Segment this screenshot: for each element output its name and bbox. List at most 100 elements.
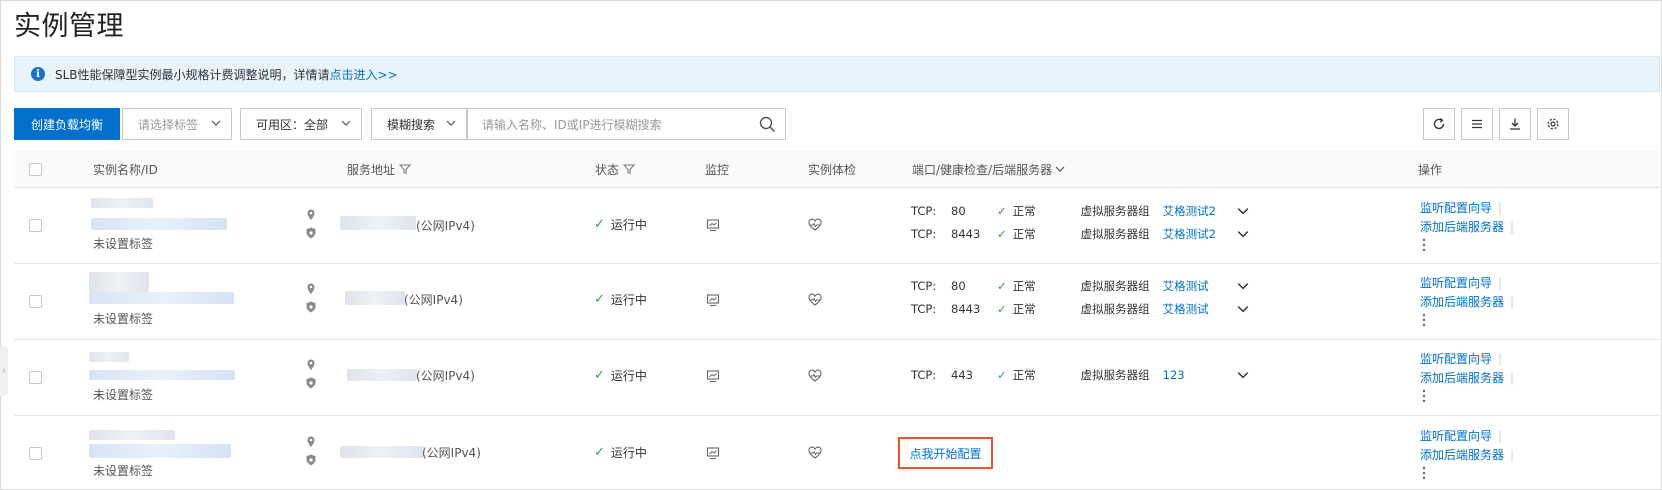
listener-row: TCP: 80 ✓ 正常 虚拟服务器组 艾格测试2 [911, 201, 1249, 221]
search-icon[interactable] [759, 116, 776, 133]
refresh-button[interactable] [1423, 108, 1455, 140]
health-check-icon[interactable] [808, 446, 822, 460]
listener-row: TCP: 443 ✓ 正常 虚拟服务器组 123 [911, 365, 1249, 385]
action-label[interactable]: 监听配置向导 [1420, 427, 1492, 444]
check-icon: ✓ [594, 217, 605, 232]
table-row: 未设置标签 (公网IPv4) ✓ 运行中 TCP: 80 ✓ 正常 虚拟服务器组… [14, 188, 1660, 264]
monitor-icon[interactable] [706, 293, 720, 307]
chevron-down-icon[interactable] [1237, 205, 1249, 217]
listener-group-link[interactable]: 艾格测试2 [1163, 203, 1237, 219]
chevron-down-icon [1055, 166, 1065, 172]
tag-select[interactable]: 请选择标签 [122, 108, 232, 140]
redacted-instance-id[interactable] [89, 292, 234, 304]
listener-group-type: 虚拟服务器组 [1080, 204, 1150, 218]
select-all-cell[interactable] [29, 150, 42, 188]
action-label[interactable]: 监听配置向导 [1420, 350, 1492, 367]
action-add-backend[interactable]: 添加后端服务器 | [1420, 218, 1514, 235]
settings-button[interactable] [1537, 108, 1569, 140]
action-label[interactable]: 添加后端服务器 [1420, 446, 1504, 463]
redacted-instance-id[interactable] [89, 370, 235, 380]
notice-link[interactable]: 点击进入>> [330, 66, 398, 83]
check-icon: ✓ [594, 445, 605, 460]
table-row: 未设置标签 (公网IPv4) ✓ 运行中 TCP: 443 ✓ 正常 虚拟服务器… [14, 340, 1660, 416]
listener-group-link[interactable]: 123 [1163, 368, 1237, 382]
create-load-balancer-button[interactable]: 创建负载均衡 [14, 108, 120, 140]
redacted-instance-id[interactable] [91, 218, 227, 230]
list-icon [1472, 119, 1482, 129]
location-pin-icon[interactable] [304, 435, 318, 449]
location-pin-icon[interactable] [304, 208, 318, 222]
action-label[interactable]: 监听配置向导 [1420, 199, 1492, 216]
action-add-backend[interactable]: 添加后端服务器 | [1420, 293, 1514, 310]
row-checkbox[interactable] [29, 447, 42, 460]
search-type-select[interactable]: 模糊搜索 [371, 108, 467, 140]
chevron-down-icon [341, 120, 351, 126]
shield-icon[interactable] [304, 453, 318, 467]
location-pin-icon[interactable] [304, 282, 318, 296]
action-label[interactable]: 添加后端服务器 [1420, 293, 1504, 310]
search-input[interactable]: 请输入名称、ID或IP进行模糊搜索 [467, 108, 786, 140]
health-check-icon[interactable] [808, 293, 822, 307]
info-icon: i [31, 67, 45, 81]
shield-icon[interactable] [304, 300, 318, 314]
status-text: 运行中 [610, 293, 647, 307]
side-collapse-handle[interactable]: ‹ [0, 346, 8, 396]
listener-row: TCP: 80 ✓ 正常 虚拟服务器组 艾格测试 [911, 276, 1249, 296]
header-ports[interactable]: 端口/健康检查/后端服务器 [912, 150, 1065, 188]
monitor-icon[interactable] [706, 369, 720, 383]
listener-group-link[interactable]: 艾格测试 [1163, 278, 1237, 294]
action-add-backend[interactable]: 添加后端服务器 | [1420, 369, 1514, 386]
start-configuration-button[interactable]: 点我开始配置 [898, 437, 993, 469]
action-label[interactable]: 添加后端服务器 [1420, 218, 1504, 235]
listener-port: 8443 [951, 227, 981, 241]
header-address: 服务地址 [347, 150, 412, 188]
zone-select[interactable]: 可用区：全部 [240, 108, 362, 140]
redacted-instance-id[interactable] [89, 444, 231, 458]
action-listener-wizard[interactable]: 监听配置向导 | [1420, 199, 1502, 216]
action-listener-wizard[interactable]: 监听配置向导 | [1420, 350, 1502, 367]
more-icon[interactable] [1422, 466, 1426, 480]
chevron-down-icon[interactable] [1237, 303, 1249, 315]
row-checkbox[interactable] [29, 371, 42, 384]
action-listener-wizard[interactable]: 监听配置向导 | [1420, 274, 1502, 291]
redacted-name [89, 430, 175, 440]
action-listener-wizard[interactable]: 监听配置向导 | [1420, 427, 1502, 444]
zone-select-value: 可用区：全部 [256, 117, 329, 132]
listener-port: 80 [951, 204, 966, 218]
download-button[interactable] [1499, 108, 1531, 140]
row-checkbox[interactable] [29, 295, 42, 308]
monitor-icon[interactable] [706, 218, 720, 232]
listener-health: 正常 [1012, 279, 1036, 293]
search-placeholder: 请输入名称、ID或IP进行模糊搜索 [482, 117, 662, 132]
listener-group-link[interactable]: 艾格测试 [1163, 301, 1237, 317]
header-health: 实例体检 [808, 162, 857, 177]
action-add-backend[interactable]: 添加后端服务器 | [1420, 446, 1514, 463]
action-label[interactable]: 监听配置向导 [1420, 274, 1492, 291]
more-icon[interactable] [1422, 389, 1426, 403]
instance-tag: 未设置标签 [93, 464, 154, 478]
shield-icon[interactable] [304, 376, 318, 390]
more-icon[interactable] [1422, 313, 1426, 327]
toolbar: 创建负载均衡 请选择标签 可用区：全部 模糊搜索 请输入名称、ID或IP进行模糊… [14, 108, 1660, 140]
action-label[interactable]: 添加后端服务器 [1420, 369, 1504, 386]
column-list-button[interactable] [1461, 108, 1493, 140]
chevron-down-icon[interactable] [1237, 228, 1249, 240]
health-check-icon[interactable] [808, 369, 822, 383]
filter-icon[interactable] [623, 163, 636, 175]
filter-icon[interactable] [399, 163, 412, 175]
listener-proto: TCP: [911, 279, 937, 293]
shield-icon[interactable] [304, 226, 318, 240]
chevron-down-icon[interactable] [1237, 369, 1249, 381]
select-all-checkbox[interactable] [29, 162, 42, 176]
page-title: 实例管理 [14, 11, 124, 42]
monitor-icon[interactable] [706, 446, 720, 460]
status-cell: ✓ 运行中 [594, 367, 647, 384]
health-check-icon[interactable] [808, 218, 822, 232]
divider: | [1498, 200, 1503, 215]
listener-group-type: 虚拟服务器组 [1080, 279, 1150, 293]
listener-group-link[interactable]: 艾格测试2 [1163, 226, 1237, 242]
row-checkbox[interactable] [29, 219, 42, 232]
location-pin-icon[interactable] [304, 358, 318, 372]
chevron-down-icon[interactable] [1237, 280, 1249, 292]
more-icon[interactable] [1422, 238, 1426, 252]
